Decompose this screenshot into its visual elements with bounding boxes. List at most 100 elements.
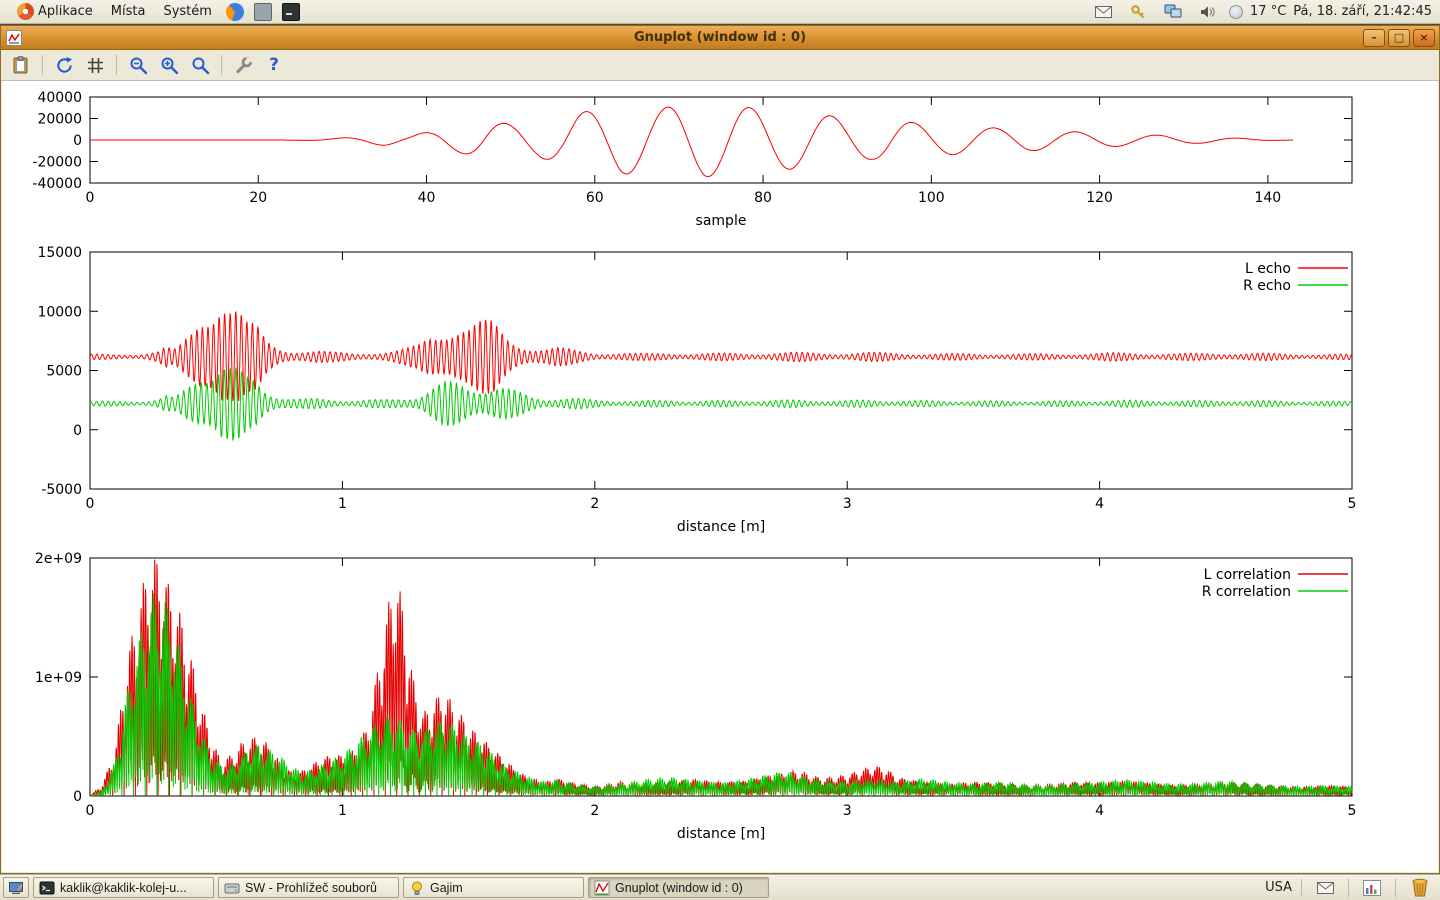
svg-text:1e+09: 1e+09 xyxy=(35,670,82,686)
svg-text:3: 3 xyxy=(843,496,852,512)
system-monitor-applet-icon[interactable] xyxy=(1363,879,1381,897)
bottom-taskbar: kaklik@kaklik-kolej-u... SW - Prohlížeč … xyxy=(0,874,1440,900)
tray-separator xyxy=(1348,879,1349,897)
svg-text:0: 0 xyxy=(86,803,95,819)
svg-text:10000: 10000 xyxy=(37,304,82,320)
svg-text:-40000: -40000 xyxy=(32,176,82,192)
zoom-next-icon[interactable] xyxy=(157,53,181,77)
svg-text:5000: 5000 xyxy=(46,364,82,380)
show-desktop-button[interactable] xyxy=(3,877,29,898)
svg-text:15000: 15000 xyxy=(37,245,82,261)
keyboard-layout-indicator[interactable]: USA xyxy=(1265,880,1292,895)
toolbar-separator xyxy=(116,55,117,75)
gnuplot-window-icon xyxy=(6,30,22,46)
terminal-icon xyxy=(39,880,55,896)
svg-text:0: 0 xyxy=(86,496,95,512)
svg-text:-5000: -5000 xyxy=(41,482,82,498)
zoom-previous-icon[interactable] xyxy=(126,53,150,77)
grid-toggle-icon[interactable] xyxy=(83,53,107,77)
svg-text:R correlation: R correlation xyxy=(1202,584,1291,600)
firefox-launcher-icon[interactable] xyxy=(226,3,244,21)
svg-text:sample: sample xyxy=(696,213,747,229)
copy-to-clipboard-icon[interactable] xyxy=(9,53,33,77)
system-menu-label: Systém xyxy=(163,4,211,19)
tray-separator xyxy=(1395,879,1396,897)
temperature-applet[interactable]: 17 °C xyxy=(1250,4,1286,19)
gajim-icon xyxy=(409,880,425,896)
svg-text:2: 2 xyxy=(590,496,599,512)
config-icon[interactable] xyxy=(231,53,255,77)
trash-applet[interactable] xyxy=(1405,876,1435,900)
gnuplot-window: Gnuplot (window id : 0) – □ × xyxy=(0,25,1440,874)
svg-text:0: 0 xyxy=(73,423,82,439)
svg-text:3: 3 xyxy=(843,803,852,819)
svg-text:80: 80 xyxy=(754,190,772,206)
tray-separator xyxy=(1301,879,1302,897)
svg-text:distance [m]: distance [m] xyxy=(677,519,765,535)
taskbar-item-terminal[interactable]: kaklik@kaklik-kolej-u... xyxy=(33,877,214,898)
keyring-icon[interactable] xyxy=(1129,3,1147,21)
svg-text:140: 140 xyxy=(1254,190,1281,206)
svg-text:L echo: L echo xyxy=(1245,261,1291,277)
taskbar-item-gnuplot[interactable]: Gnuplot (window id : 0) xyxy=(588,877,769,898)
taskbar-item-gajim[interactable]: Gajim xyxy=(403,877,584,898)
svg-text:R echo: R echo xyxy=(1243,278,1291,294)
gnuplot-toolbar: ? xyxy=(1,50,1439,81)
system-menu[interactable]: Systém xyxy=(154,0,220,23)
close-button[interactable]: × xyxy=(1413,29,1435,47)
task-label: kaklik@kaklik-kolej-u... xyxy=(60,881,187,895)
applications-menu[interactable]: Aplikace xyxy=(4,0,102,23)
svg-text:100: 100 xyxy=(918,190,945,206)
gnuplot-plots[interactable]: 020406080100120140-40000-200000200004000… xyxy=(2,81,1438,872)
screenshot-launcher-icon[interactable] xyxy=(254,3,272,21)
svg-text:2: 2 xyxy=(590,803,599,819)
svg-text:4: 4 xyxy=(1095,496,1104,512)
places-menu-label: Místa xyxy=(111,4,146,19)
svg-text:-20000: -20000 xyxy=(32,155,82,171)
places-menu[interactable]: Místa xyxy=(102,0,155,23)
file-manager-icon xyxy=(224,880,240,896)
task-label: SW - Prohlížeč souborů xyxy=(245,881,377,895)
gnuplot-icon xyxy=(594,880,610,896)
applications-menu-label: Aplikace xyxy=(38,4,93,19)
volume-icon[interactable] xyxy=(1199,3,1217,21)
task-label: Gnuplot (window id : 0) xyxy=(615,881,743,895)
svg-text:0: 0 xyxy=(73,133,82,149)
svg-text:2e+09: 2e+09 xyxy=(35,551,82,567)
clock-applet[interactable]: Pá, 18. září, 21:42:45 xyxy=(1293,4,1432,19)
help-icon[interactable]: ? xyxy=(262,53,286,77)
svg-text:0: 0 xyxy=(73,789,82,805)
plot-canvas-area[interactable]: 020406080100120140-40000-200000200004000… xyxy=(2,81,1438,872)
toolbar-separator xyxy=(221,55,222,75)
mail-notification-icon[interactable] xyxy=(1094,3,1112,21)
svg-text:4: 4 xyxy=(1095,803,1104,819)
taskbar-item-file-manager[interactable]: SW - Prohlížeč souborů xyxy=(218,877,399,898)
svg-text:60: 60 xyxy=(586,190,604,206)
svg-text:1: 1 xyxy=(338,803,347,819)
svg-text:0: 0 xyxy=(86,190,95,206)
svg-text:120: 120 xyxy=(1086,190,1113,206)
window-title: Gnuplot (window id : 0) xyxy=(1,30,1439,45)
window-titlebar[interactable]: Gnuplot (window id : 0) – □ × xyxy=(1,26,1439,50)
terminal-glyph xyxy=(285,7,297,17)
svg-text:20: 20 xyxy=(249,190,267,206)
svg-text:20000: 20000 xyxy=(37,112,82,128)
autoscale-icon[interactable] xyxy=(188,53,212,77)
svg-text:5: 5 xyxy=(1348,803,1357,819)
gnome-top-panel: Aplikace Místa Systém 17 °C Pá, 18. září… xyxy=(0,0,1440,24)
task-label: Gajim xyxy=(430,881,463,895)
maximize-button[interactable]: □ xyxy=(1388,29,1410,47)
displays-icon[interactable] xyxy=(1164,3,1182,21)
weather-icon[interactable] xyxy=(1229,5,1243,19)
svg-text:distance [m]: distance [m] xyxy=(677,826,765,842)
minimize-button[interactable]: – xyxy=(1363,29,1385,47)
svg-text:1: 1 xyxy=(338,496,347,512)
terminal-launcher-icon[interactable] xyxy=(282,3,300,21)
svg-text:40: 40 xyxy=(418,190,436,206)
svg-text:5: 5 xyxy=(1348,496,1357,512)
svg-text:L correlation: L correlation xyxy=(1204,567,1291,583)
svg-text:40000: 40000 xyxy=(37,90,82,106)
toolbar-separator xyxy=(42,55,43,75)
tray-mail-icon[interactable] xyxy=(1316,879,1334,897)
replot-icon[interactable] xyxy=(52,53,76,77)
